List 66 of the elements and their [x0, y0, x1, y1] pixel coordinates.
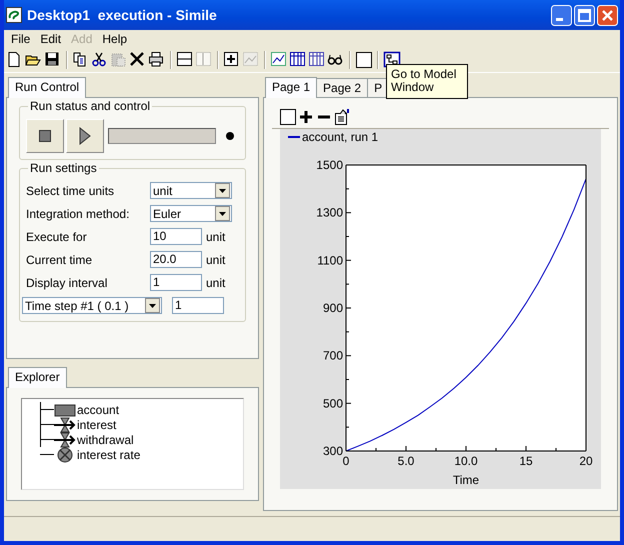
run-button[interactable]	[66, 119, 104, 153]
tab[interactable]: Explorer	[8, 367, 67, 388]
tick-label: 15	[519, 454, 533, 468]
tick-label: 0	[342, 454, 350, 468]
menu-item[interactable]: Edit	[35, 32, 66, 46]
unit-label: unit	[206, 230, 226, 244]
status-dot	[226, 132, 234, 140]
menu-item[interactable]: File	[6, 32, 36, 46]
field-label: Execute for	[26, 230, 88, 244]
tab[interactable]: Run Control	[8, 77, 86, 98]
input-field[interactable]: 20.0	[150, 251, 202, 268]
stop-button[interactable]	[26, 119, 64, 153]
menu-item[interactable]: Help	[97, 32, 132, 46]
tree-item[interactable]: interest rate	[77, 448, 140, 462]
input-field[interactable]: 1	[172, 297, 224, 314]
tick-label: 500	[322, 396, 343, 410]
tick-label: 300	[322, 444, 343, 458]
field-label: Current time	[26, 252, 94, 266]
tree-item[interactable]: withdrawal	[77, 432, 134, 446]
input-field[interactable]: 10	[150, 228, 202, 245]
tick-label: 5.0	[398, 454, 414, 468]
unit-label: unit	[206, 276, 226, 290]
group-title: Run status and control	[28, 99, 152, 113]
unit-label: unit	[206, 252, 226, 266]
tick-label: 10.0	[454, 454, 478, 468]
window-title: Desktop1 execution - Simile	[27, 7, 218, 23]
minimize-icon[interactable]	[551, 4, 572, 26]
diagram-icon[interactable]	[383, 51, 401, 69]
tick-label: 900	[322, 301, 343, 315]
tick-label: 1300	[316, 206, 343, 220]
legend-label: account, run 1	[302, 130, 378, 144]
play-icon	[79, 127, 91, 145]
tooltip: Go to Model Window	[386, 64, 468, 99]
tree-item[interactable]: account	[77, 402, 120, 416]
axis-title: Time	[452, 473, 480, 487]
tick-label: 700	[322, 348, 343, 363]
tab[interactable]: Page 1	[265, 77, 318, 98]
flow-arrow-icon	[54, 432, 76, 448]
blank-frame-icon[interactable]	[280, 109, 296, 125]
field-label: Select time units	[26, 184, 116, 198]
tick-label: 1500	[316, 158, 343, 172]
tick-label: 1100	[317, 253, 343, 268]
dropdown[interactable]: unit	[150, 182, 232, 199]
tree-item[interactable]: interest	[77, 418, 116, 432]
line-graph-icon[interactable]	[270, 51, 288, 69]
table-icon[interactable]	[289, 51, 307, 69]
dropdown[interactable]: Time step #1 ( 0.1 )	[22, 297, 162, 314]
app-icon	[6, 7, 22, 23]
tab[interactable]: Page 2	[316, 78, 368, 97]
properties-icon[interactable]	[334, 109, 350, 125]
field-label: Display interval	[26, 276, 108, 290]
flow-arrow-icon	[54, 416, 76, 432]
maximize-icon[interactable]	[574, 4, 595, 26]
tick-label: 20	[579, 454, 593, 468]
add-page-icon[interactable]	[223, 51, 241, 69]
field-label: Integration method:	[26, 206, 130, 220]
close-icon[interactable]	[597, 4, 618, 26]
dropdown[interactable]: Euler	[150, 205, 232, 222]
box-icon	[54, 402, 76, 418]
stop-icon	[39, 130, 51, 142]
group-title: Run settings	[28, 161, 99, 175]
input-field[interactable]: 1	[150, 274, 202, 291]
printer-icon[interactable]	[148, 51, 166, 69]
plus-icon[interactable]	[298, 109, 314, 125]
split-horizontal-icon[interactable]	[176, 51, 194, 69]
blank-frame-icon[interactable]	[355, 51, 373, 69]
